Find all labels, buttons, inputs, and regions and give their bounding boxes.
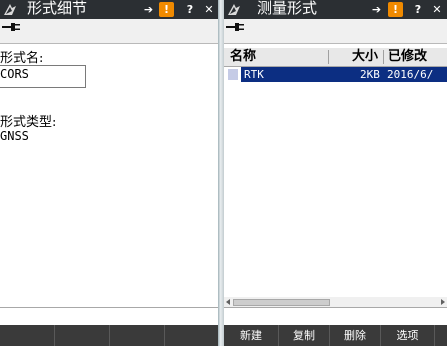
switch-arrow-icon[interactable]: ➔ — [141, 2, 156, 17]
divider-line — [0, 307, 218, 308]
column-header-modified[interactable]: 已修改 — [388, 48, 427, 66]
divider-line — [224, 307, 447, 308]
close-button[interactable]: ✕ — [430, 2, 444, 17]
softkey-3[interactable] — [110, 325, 165, 346]
survey-styles-pane: 测量形式 ➔ ! ? ✕ 名称 大小 已修改 RTK 2KB 2016/6/ 新… — [224, 0, 447, 346]
scroll-right-arrow-icon[interactable] — [441, 299, 445, 305]
cell-modified: 2016/6/ — [387, 68, 434, 81]
app-logo-icon[interactable] — [3, 2, 18, 17]
softkey-bar: 新建 复制 删除 选项 — [224, 325, 447, 346]
style-type-value: GNSS — [0, 129, 29, 143]
window-title: 测量形式 — [257, 0, 318, 17]
close-button[interactable]: ✕ — [202, 2, 216, 17]
softkey-bar — [0, 325, 218, 346]
column-separator[interactable] — [328, 50, 329, 64]
softkey-1[interactable] — [0, 325, 55, 346]
scroll-left-arrow-icon[interactable] — [226, 299, 230, 305]
help-button[interactable]: ? — [411, 2, 425, 17]
style-details-pane: 形式细节 ➔ ! ? ✕ 形式名: CORS 形式类型: GNSS — [0, 0, 218, 346]
style-name-value: CORS — [0, 67, 29, 81]
row-selector-marker — [228, 69, 238, 80]
column-header-name[interactable]: 名称 — [230, 48, 256, 66]
app-logo-icon[interactable] — [227, 2, 242, 17]
softkey-5[interactable] — [435, 325, 447, 346]
warning-icon[interactable]: ! — [388, 2, 403, 17]
list-item[interactable]: RTK 2KB 2016/6/ — [224, 67, 447, 82]
status-strip — [0, 19, 218, 44]
status-strip — [224, 19, 447, 44]
window-title: 形式细节 — [27, 0, 88, 17]
options-button[interactable]: 选项 — [381, 325, 435, 346]
plug-icon — [2, 23, 20, 31]
horizontal-scrollbar[interactable] — [224, 297, 447, 307]
softkey-2[interactable] — [55, 325, 110, 346]
delete-button[interactable]: 删除 — [330, 325, 381, 346]
cell-name: RTK — [244, 68, 264, 81]
column-header-size[interactable]: 大小 — [352, 48, 378, 66]
switch-arrow-icon[interactable]: ➔ — [369, 2, 384, 17]
cell-size: 2KB — [360, 68, 380, 81]
title-bar: 形式细节 ➔ ! ? ✕ — [0, 0, 218, 19]
title-bar: 测量形式 ➔ ! ? ✕ — [224, 0, 447, 19]
scroll-thumb[interactable] — [233, 299, 330, 306]
copy-button[interactable]: 复制 — [279, 325, 330, 346]
warning-icon[interactable]: ! — [159, 2, 174, 17]
column-separator[interactable] — [383, 50, 384, 64]
plug-icon — [226, 23, 244, 31]
help-button[interactable]: ? — [183, 2, 197, 17]
style-name-label: 形式名: — [0, 51, 44, 66]
style-type-label: 形式类型: — [0, 115, 57, 130]
softkey-4[interactable] — [165, 325, 218, 346]
list-header: 名称 大小 已修改 — [224, 48, 447, 67]
new-button[interactable]: 新建 — [224, 325, 279, 346]
